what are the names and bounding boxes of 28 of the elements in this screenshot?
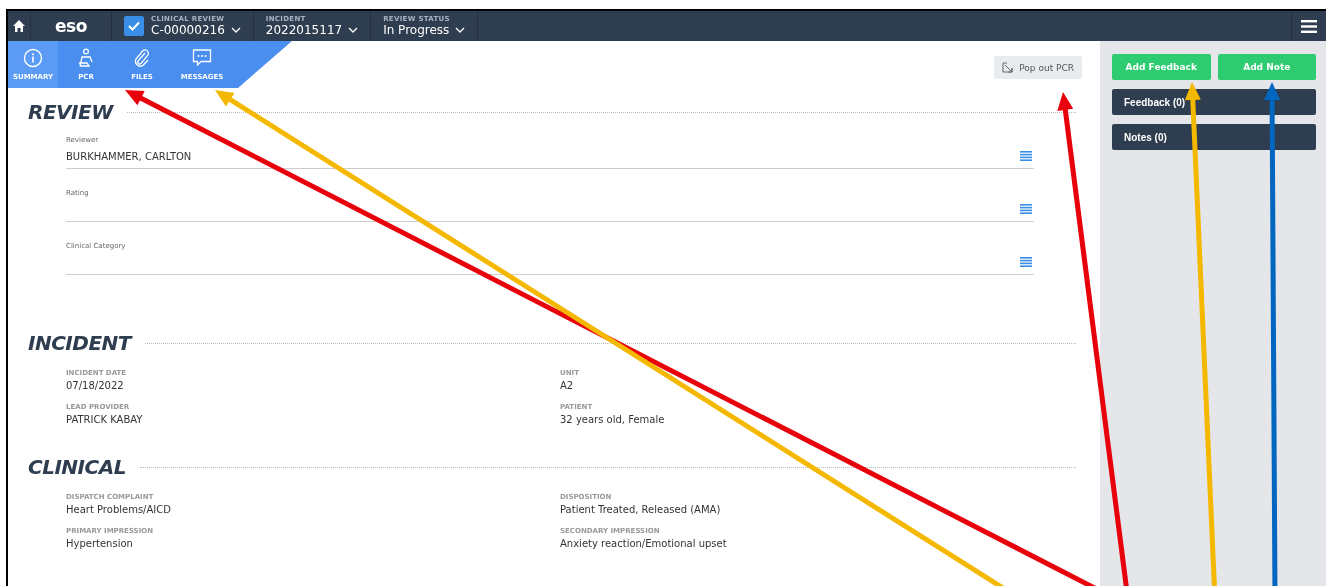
pop-out-button[interactable]: Pop out PCR xyxy=(994,56,1082,79)
section-heading: CLINICAL xyxy=(28,455,126,479)
chevron-icon xyxy=(348,27,359,33)
chevron-icon xyxy=(455,27,466,33)
chevron-icon xyxy=(230,27,241,33)
info-icon xyxy=(23,48,43,68)
field-value: A2 xyxy=(560,380,575,391)
field-value: Heart Problems/AICD xyxy=(66,504,172,515)
field-value: 32 years old, Female xyxy=(560,414,666,425)
field-value: Hypertension xyxy=(66,538,134,549)
menu-icon xyxy=(1301,19,1317,33)
collapsible-panel[interactable]: Feedback (0) xyxy=(1112,89,1316,115)
list-icon xyxy=(1020,257,1032,267)
collapsible-panel[interactable]: Notes (0) xyxy=(1112,124,1316,150)
field-value: PATRICK KABAY xyxy=(66,414,144,425)
field-value: 07/18/2022 xyxy=(66,380,125,391)
chat-icon xyxy=(192,48,212,68)
home-icon xyxy=(12,19,26,33)
field-value: Anxiety reaction/Emotional upset xyxy=(560,538,728,549)
check-icon xyxy=(128,21,140,31)
field-value: Patient Treated, Released (AMA) xyxy=(560,504,722,515)
paperclip-icon xyxy=(132,48,152,68)
section-heading: INCIDENT xyxy=(28,331,131,355)
checkbox[interactable] xyxy=(124,16,144,36)
list-icon xyxy=(1020,204,1032,214)
pop-out-icon xyxy=(1002,62,1014,73)
list-icon xyxy=(1020,151,1032,161)
section-heading: REVIEW xyxy=(28,100,113,124)
